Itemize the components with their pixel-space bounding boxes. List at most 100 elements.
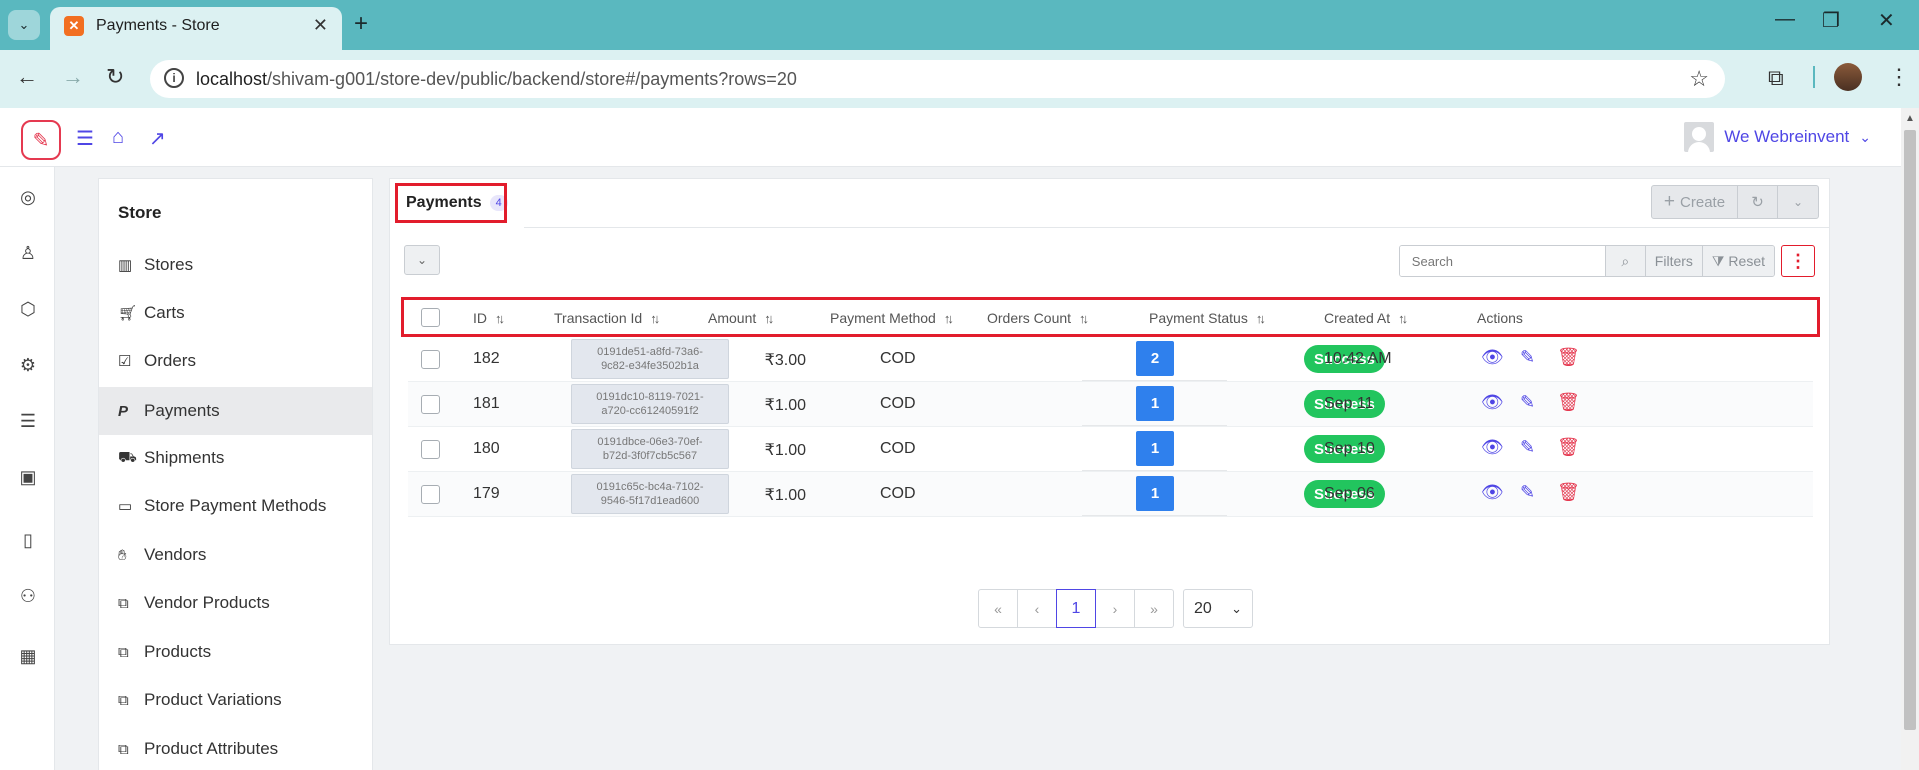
select-all-checkbox[interactable] bbox=[421, 308, 440, 327]
sidebar-item-products[interactable]: ⧉ Products bbox=[99, 628, 372, 676]
extensions-puzzle-icon[interactable]: ⧉ bbox=[1768, 65, 1784, 91]
browser-tab-active[interactable]: ✕ Payments - Store ✕ bbox=[50, 7, 342, 50]
first-page-button[interactable]: « bbox=[978, 589, 1018, 628]
search-input[interactable] bbox=[1399, 246, 1605, 276]
restore-icon[interactable]: ❐ bbox=[1822, 8, 1840, 33]
external-link-icon[interactable]: ↗ bbox=[149, 126, 166, 151]
profile-avatar[interactable] bbox=[1834, 63, 1862, 91]
tab-payments[interactable]: Payments 4 bbox=[390, 179, 524, 228]
cell-transaction-id[interactable]: 0191c65c-bc4a-7102- 9546-5f17d1ead600 bbox=[571, 474, 729, 514]
view-eye-icon[interactable]: 👁︎ bbox=[1481, 392, 1504, 413]
sidebar-item-payments[interactable]: P Payments bbox=[99, 387, 372, 435]
table-icon[interactable]: ▦ bbox=[16, 646, 40, 670]
view-eye-icon[interactable]: 👁︎ bbox=[1481, 482, 1504, 503]
sidebar-item-product-attributes[interactable]: ⧉ Product Attributes bbox=[99, 725, 372, 770]
column-header-payment-method[interactable]: Payment Method ↑↓ bbox=[830, 310, 954, 326]
sidebar-item-orders[interactable]: ☑ Orders bbox=[99, 337, 372, 385]
delete-trash-icon[interactable]: 🗑︎ bbox=[1557, 437, 1580, 458]
edit-pencil-icon[interactable]: ✎ bbox=[1520, 347, 1535, 368]
row-checkbox[interactable] bbox=[421, 485, 440, 504]
filters-button[interactable]: Filters bbox=[1644, 246, 1702, 276]
view-eye-icon[interactable]: 👁︎ bbox=[1481, 347, 1504, 368]
reset-button[interactable]: ⧩ Reset bbox=[1701, 246, 1774, 276]
page-button-current[interactable]: 1 bbox=[1056, 589, 1096, 628]
user-menu[interactable]: We Webreinvent ⌄ bbox=[1684, 122, 1871, 152]
sort-icon[interactable]: ↑↓ bbox=[650, 311, 660, 326]
row-checkbox[interactable] bbox=[421, 350, 440, 369]
tab-search-button[interactable]: ⌄ bbox=[8, 10, 40, 40]
orders-count-badge[interactable]: 1 bbox=[1136, 386, 1174, 421]
view-eye-icon[interactable]: 👁︎ bbox=[1481, 437, 1504, 458]
sort-icon[interactable]: ↑↓ bbox=[1079, 311, 1089, 326]
row-checkbox[interactable] bbox=[421, 395, 440, 414]
column-header-orders-count[interactable]: Orders Count ↑↓ bbox=[987, 310, 1089, 326]
bookmark-star-icon[interactable]: ☆ bbox=[1689, 66, 1709, 92]
address-bar[interactable]: i localhost/shivam-g001/store-dev/public… bbox=[150, 60, 1725, 98]
sort-icon[interactable]: ↑↓ bbox=[1256, 311, 1266, 326]
sidebar-item-carts[interactable]: 🛒︎ Carts bbox=[99, 289, 372, 337]
cell-transaction-id[interactable]: 0191dc10-8119-7021- a720-cc61240591f2 bbox=[571, 384, 729, 424]
search-button[interactable]: ⌕ bbox=[1604, 246, 1645, 276]
tab-close-icon[interactable]: ✕ bbox=[313, 15, 328, 36]
page-scrollbar[interactable]: ▲ bbox=[1901, 108, 1919, 770]
image-icon[interactable]: ▣ bbox=[16, 467, 40, 491]
window-close-icon[interactable]: ✕ bbox=[1878, 8, 1895, 33]
create-button[interactable]: + Create bbox=[1652, 186, 1738, 218]
table-row[interactable]: 181 0191dc10-8119-7021- a720-cc61240591f2… bbox=[408, 382, 1813, 427]
cell-transaction-id[interactable]: 0191de51-a8fd-73a6- 9c82-e34fe3502b1a bbox=[571, 339, 729, 379]
row-checkbox[interactable] bbox=[421, 440, 440, 459]
cube-icon[interactable]: ⬡ bbox=[16, 299, 40, 323]
sidebar-item-product-variations[interactable]: ⧉ Product Variations bbox=[99, 676, 372, 724]
sidebar-item-vendor-products[interactable]: ⧉ Vendor Products bbox=[99, 579, 372, 627]
table-row[interactable]: 180 0191dbce-06e3-70ef-b72d-3f0f7cb5c567… bbox=[408, 427, 1813, 472]
new-tab-icon[interactable]: + bbox=[354, 10, 368, 38]
previous-page-button[interactable]: ‹ bbox=[1017, 589, 1057, 628]
gear-icon[interactable]: ⚙ bbox=[16, 355, 40, 379]
sidebar-item-store-payment-methods[interactable]: ▭ Store Payment Methods bbox=[99, 482, 372, 530]
edit-pencil-icon[interactable]: ✎ bbox=[1520, 437, 1535, 458]
bulk-actions-dropdown[interactable]: ⌄ bbox=[404, 245, 440, 275]
back-icon[interactable]: ← bbox=[16, 64, 38, 90]
more-options-button[interactable]: ⋮ bbox=[1781, 245, 1815, 277]
orders-count-badge[interactable]: 1 bbox=[1136, 476, 1174, 511]
minimize-icon[interactable]: — bbox=[1775, 8, 1795, 31]
orders-count-badge[interactable]: 2 bbox=[1136, 341, 1174, 376]
column-header-amount[interactable]: Amount ↑↓ bbox=[708, 310, 774, 326]
table-row[interactable]: 182 0191de51-a8fd-73a6- 9c82-e34fe3502b1a… bbox=[408, 337, 1813, 382]
user-icon[interactable]: ♙ bbox=[16, 243, 40, 267]
actions-dropdown-button[interactable]: ⌄ bbox=[1778, 186, 1818, 218]
delete-trash-icon[interactable]: 🗑︎ bbox=[1557, 482, 1580, 503]
scrollbar-thumb[interactable] bbox=[1904, 130, 1916, 730]
column-header-created-at[interactable]: Created At ↑↓ bbox=[1324, 310, 1408, 326]
home-icon[interactable]: ⌂ bbox=[112, 126, 124, 149]
column-header-transaction-id[interactable]: Transaction Id ↑↓ bbox=[554, 310, 660, 326]
browser-menu-icon[interactable]: ⋮ bbox=[1888, 64, 1910, 90]
orders-count-badge[interactable]: 1 bbox=[1136, 431, 1174, 466]
table-row[interactable]: 179 0191c65c-bc4a-7102- 9546-5f17d1ead600… bbox=[408, 472, 1813, 517]
forward-icon[interactable]: → bbox=[62, 64, 84, 90]
hamburger-menu-icon[interactable]: ☰ bbox=[76, 126, 94, 151]
refresh-button[interactable]: ↻ bbox=[1738, 186, 1778, 218]
url-text[interactable]: localhost/shivam-g001/store-dev/public/b… bbox=[196, 69, 797, 90]
reload-icon[interactable]: ↻ bbox=[106, 64, 124, 90]
file-icon[interactable]: ▯ bbox=[16, 530, 40, 554]
sort-icon[interactable]: ↑↓ bbox=[944, 311, 954, 326]
edit-pencil-icon[interactable]: ✎ bbox=[1520, 482, 1535, 503]
column-header-id[interactable]: ID ↑↓ bbox=[473, 310, 505, 326]
scroll-up-arrow-icon[interactable]: ▲ bbox=[1905, 113, 1915, 124]
sidebar-item-vendors[interactable]: ✋︎ Vendors bbox=[99, 531, 372, 579]
next-page-button[interactable]: › bbox=[1095, 589, 1135, 628]
sort-icon[interactable]: ↑↓ bbox=[764, 311, 774, 326]
sort-icon[interactable]: ↑↓ bbox=[495, 311, 505, 326]
column-header-payment-status[interactable]: Payment Status ↑↓ bbox=[1149, 310, 1266, 326]
edit-pencil-icon[interactable]: ✎ bbox=[1520, 392, 1535, 413]
sidebar-item-stores[interactable]: ▥ Stores bbox=[99, 241, 372, 289]
database-icon[interactable]: ☰ bbox=[16, 411, 40, 435]
delete-trash-icon[interactable]: 🗑︎ bbox=[1557, 392, 1580, 413]
app-logo-pencil-icon[interactable]: ✎ bbox=[21, 120, 61, 160]
site-info-icon[interactable]: i bbox=[164, 68, 184, 88]
last-page-button[interactable]: » bbox=[1134, 589, 1174, 628]
sitemap-icon[interactable]: ⚇ bbox=[16, 586, 40, 610]
sort-icon[interactable]: ↑↓ bbox=[1398, 311, 1408, 326]
cell-transaction-id[interactable]: 0191dbce-06e3-70ef-b72d-3f0f7cb5c567 bbox=[571, 429, 729, 469]
